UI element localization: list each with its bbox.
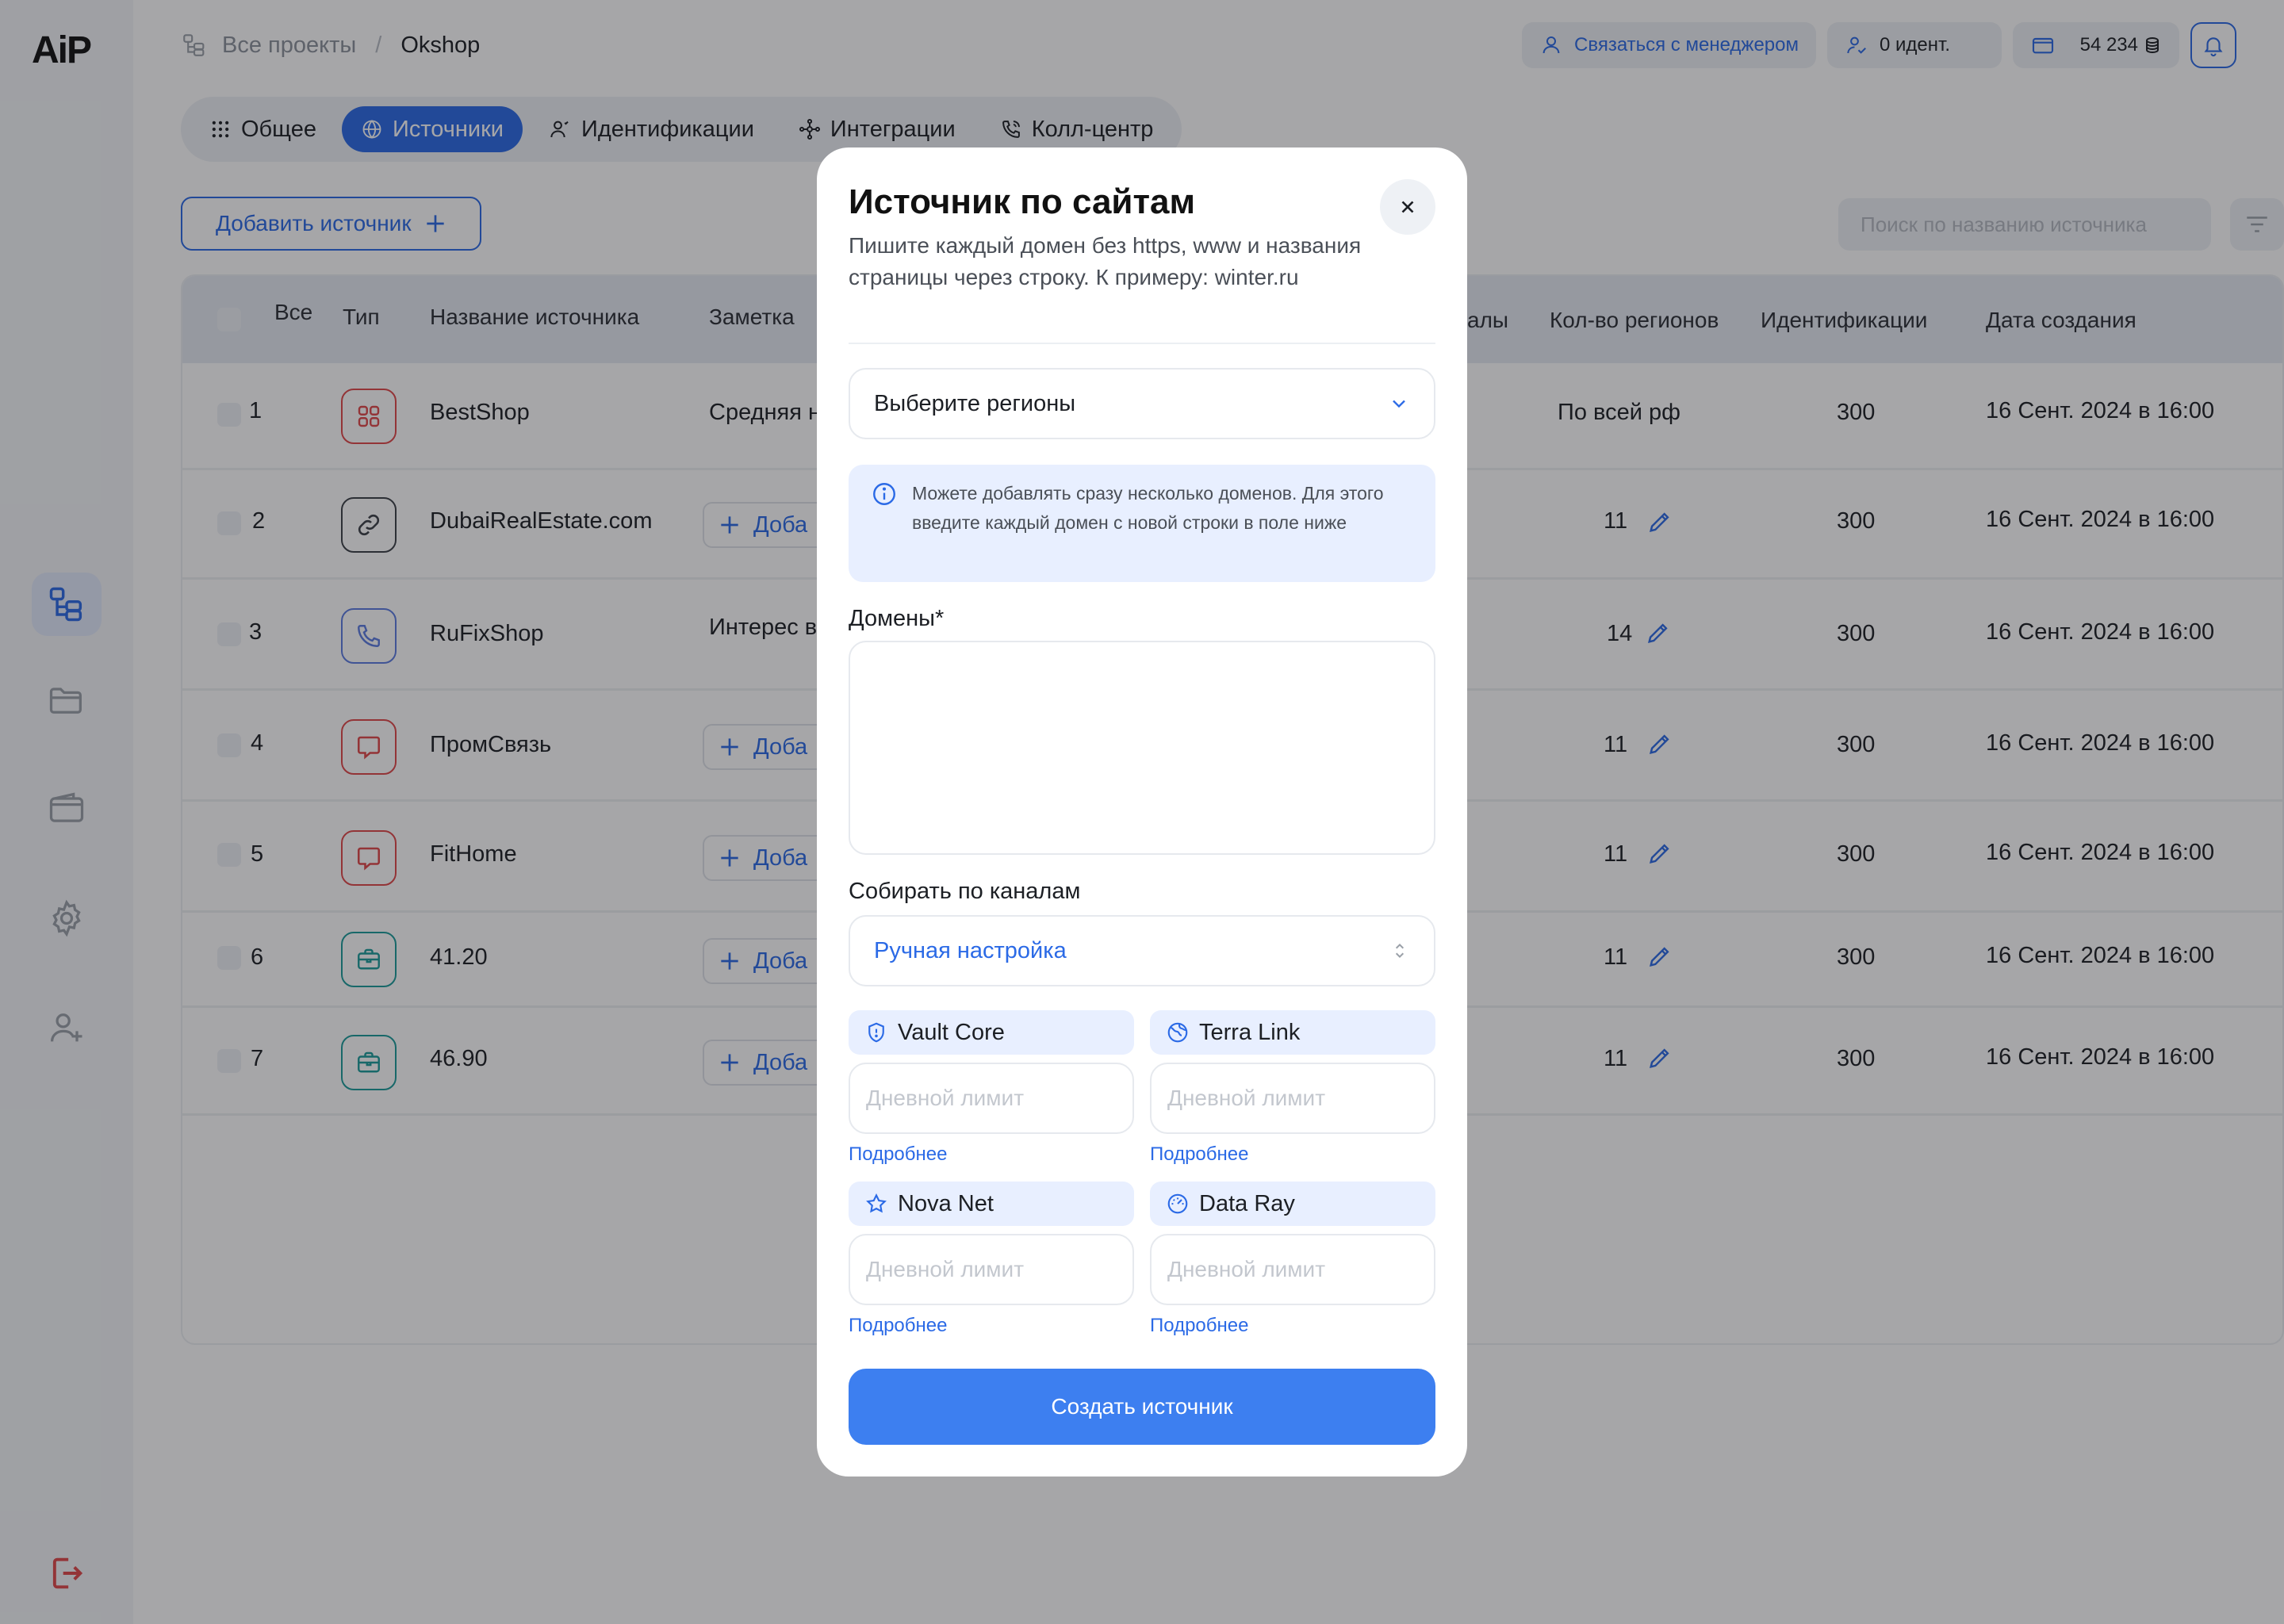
more-link[interactable]: Подробнее — [849, 1143, 947, 1166]
channels-label: Собирать по каналам — [849, 879, 1081, 904]
channel-name: Terra Link — [1199, 1019, 1301, 1045]
channel-name: Nova Net — [898, 1190, 994, 1216]
channel-data-ray: Data Ray — [1150, 1182, 1435, 1226]
channel-name: Data Ray — [1199, 1190, 1295, 1216]
close-icon — [1401, 201, 1414, 213]
daily-limit-input[interactable] — [1150, 1063, 1435, 1134]
channels-mode-select[interactable]: Ручная настройка — [849, 915, 1435, 986]
channel-terra-link: Terra Link — [1150, 1010, 1435, 1055]
modal-divider — [849, 343, 1435, 344]
create-source-label: Создать источник — [1051, 1394, 1233, 1419]
updown-icon — [1395, 944, 1405, 958]
shield-icon — [868, 1022, 884, 1043]
globe-icon — [1167, 1022, 1188, 1043]
channel-nova-net: Nova Net — [849, 1182, 1134, 1226]
regions-select-value: Выберите регионы — [874, 390, 1076, 416]
modal-description: Пишите каждый домен без https, www и наз… — [849, 233, 1362, 289]
info-banner: Можете добавлять сразу несколько доменов… — [849, 465, 1435, 582]
more-link[interactable]: Подробнее — [1150, 1315, 1248, 1337]
daily-limit-input[interactable] — [849, 1063, 1134, 1134]
channel-vault-core: Vault Core — [849, 1010, 1134, 1055]
daily-limit-input[interactable] — [849, 1234, 1134, 1305]
info-icon — [873, 483, 895, 505]
domains-textarea[interactable] — [849, 641, 1435, 855]
gauge-icon — [1167, 1193, 1188, 1214]
star-icon — [866, 1193, 887, 1213]
app: AiP Все проекты / Okshop Связаться с мен… — [0, 0, 2284, 1624]
more-link[interactable]: Подробнее — [849, 1315, 947, 1337]
create-source-button[interactable]: Создать источник — [849, 1369, 1435, 1445]
regions-select[interactable]: Выберите регионы — [849, 368, 1435, 439]
domains-label: Домены* — [849, 606, 945, 631]
info-text: Можете добавлять сразу несколько доменов… — [912, 483, 1384, 533]
more-link[interactable]: Подробнее — [1150, 1143, 1248, 1166]
modal-title: Источник по сайтам — [849, 182, 1196, 221]
channel-name: Vault Core — [898, 1019, 1005, 1045]
channels-mode-value: Ручная настройка — [874, 937, 1067, 963]
close-button[interactable] — [1380, 179, 1435, 235]
create-source-modal: Источник по сайтам Пишите каждый домен б… — [817, 147, 1467, 1477]
chevron-down-icon — [1393, 400, 1405, 408]
daily-limit-input[interactable] — [1150, 1234, 1435, 1305]
